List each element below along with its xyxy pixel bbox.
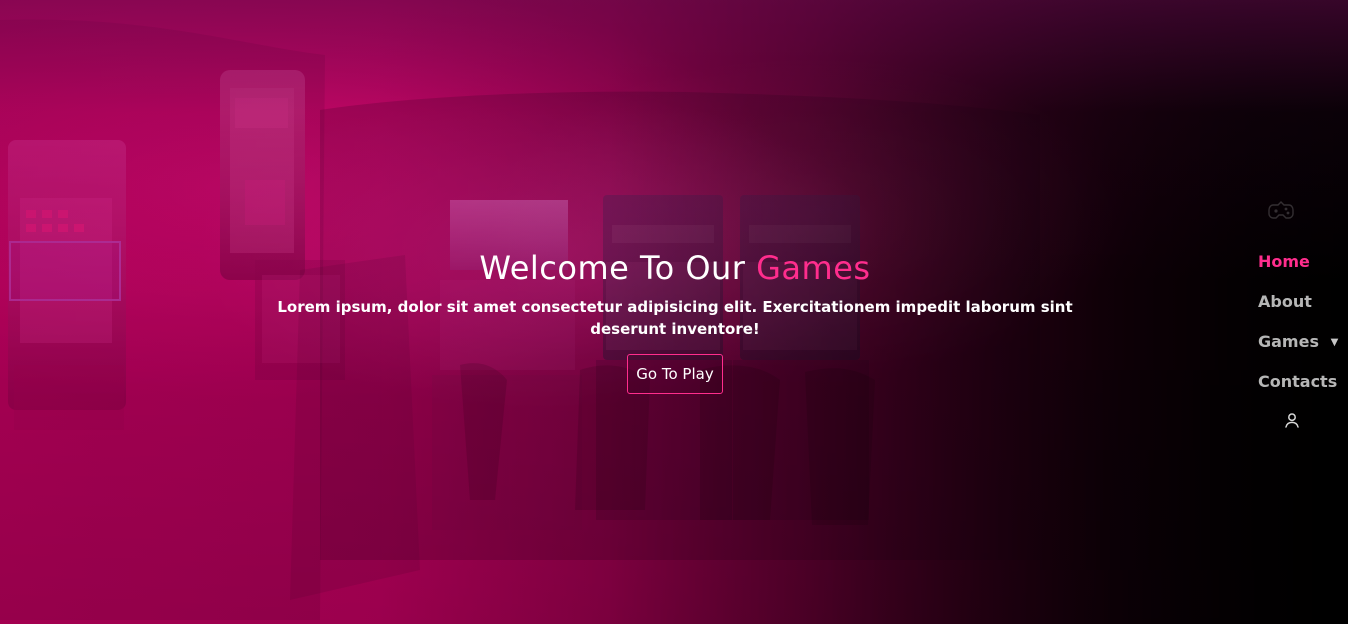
hero-title-prefix: Welcome To Our — [479, 249, 746, 287]
user-icon[interactable] — [1283, 412, 1301, 430]
hero-title-accent: Games — [756, 249, 871, 287]
nav-item-contacts[interactable]: Contacts — [1258, 372, 1338, 412]
gamepad-icon — [1268, 201, 1294, 219]
hero-subtitle: Lorem ipsum, dolor sit amet consectetur … — [277, 298, 1073, 338]
nav-item-about-label: About — [1258, 292, 1312, 311]
chevron-down-icon: ▼ — [1330, 336, 1339, 348]
hero-title: Welcome To Our Games — [240, 248, 1110, 288]
nav-item-contacts-label: Contacts — [1258, 372, 1338, 391]
hero-content: Welcome To Our Games Lorem ipsum, dolor … — [240, 248, 1110, 394]
hero-section: Welcome To Our Games Lorem ipsum, dolor … — [0, 0, 1348, 624]
nav-item-about[interactable]: About — [1258, 292, 1338, 332]
nav-list: Home About Games ▼ Contacts — [1258, 252, 1338, 412]
nav-item-games-label: Games — [1258, 332, 1319, 351]
nav-item-home-label: Home — [1258, 252, 1310, 271]
go-to-play-button[interactable]: Go To Play — [627, 354, 723, 394]
nav-item-games[interactable]: Games ▼ — [1258, 332, 1338, 372]
sidebar-navigation: Home About Games ▼ Contacts — [1238, 0, 1348, 624]
nav-item-home[interactable]: Home — [1258, 252, 1338, 292]
